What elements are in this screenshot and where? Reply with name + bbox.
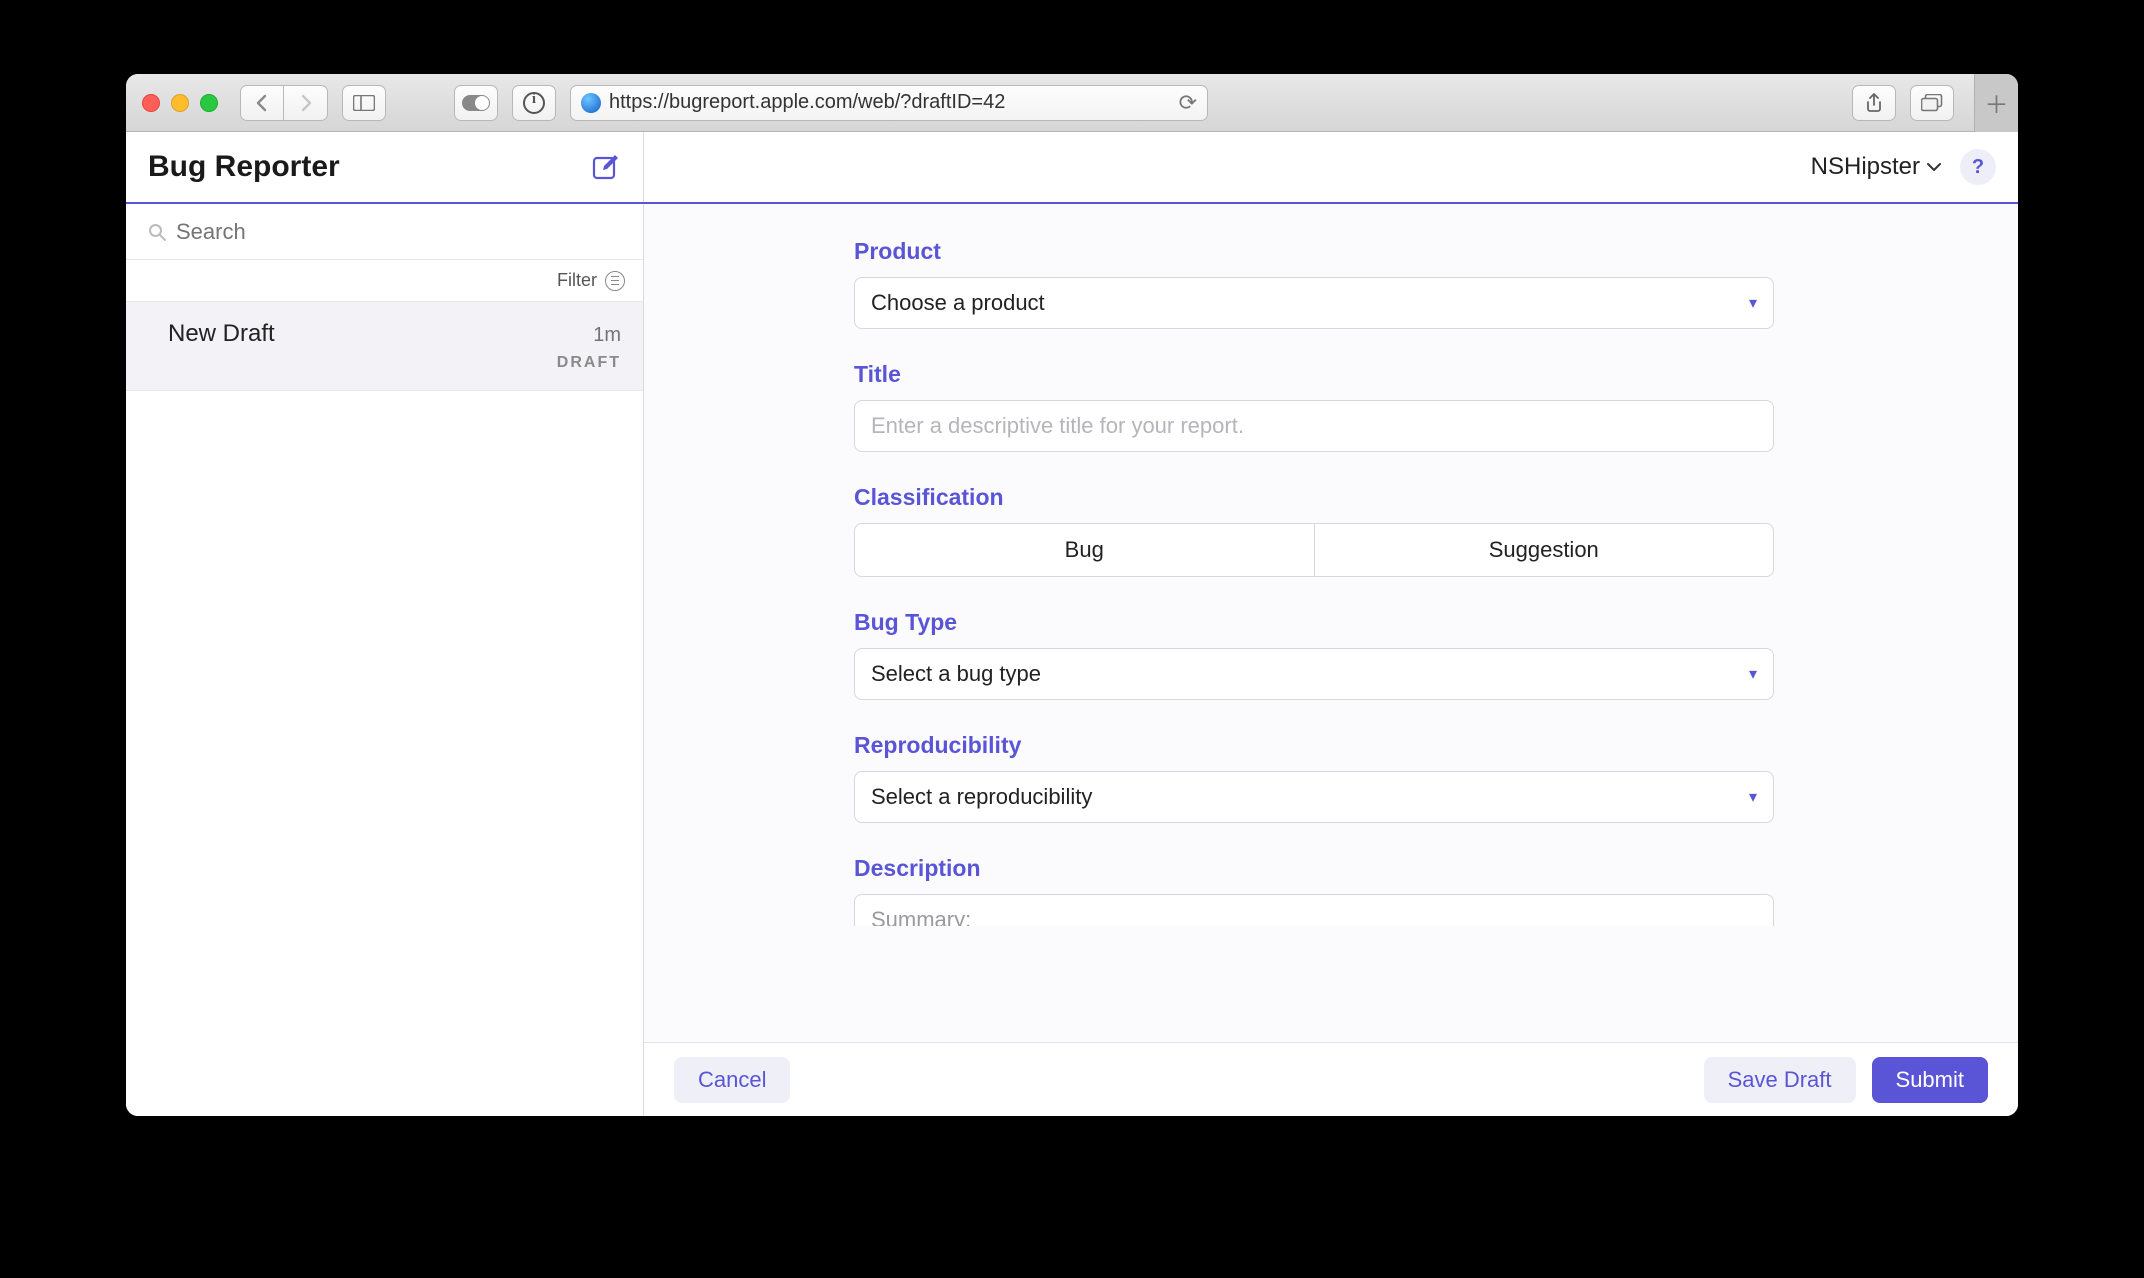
toggle-icon	[462, 95, 490, 111]
draft-title: New Draft	[168, 320, 275, 348]
app-title: Bug Reporter	[148, 150, 340, 184]
description-peek-text: Summary:	[871, 907, 971, 926]
chevron-down-icon	[1926, 162, 1942, 172]
filter-icon	[605, 271, 625, 291]
product-select[interactable]: Choose a product ▾	[854, 277, 1774, 329]
share-button[interactable]	[1852, 85, 1896, 121]
filter-bar[interactable]: Filter	[126, 260, 643, 302]
label-description: Description	[854, 855, 1774, 882]
close-window-button[interactable]	[142, 94, 160, 112]
search-field[interactable]	[126, 204, 643, 260]
field-title: Title	[854, 361, 1774, 452]
cancel-button[interactable]: Cancel	[674, 1057, 790, 1103]
save-draft-button[interactable]: Save Draft	[1704, 1057, 1856, 1103]
main-panel: Product Choose a product ▾ Title Classif…	[644, 204, 2018, 1116]
form-footer: Cancel Save Draft Submit	[644, 1042, 2018, 1116]
bugtype-value: Select a bug type	[871, 661, 1749, 687]
chevron-down-icon: ▾	[1749, 664, 1757, 684]
label-reproducibility: Reproducibility	[854, 732, 1774, 759]
reproducibility-value: Select a reproducibility	[871, 784, 1749, 810]
forward-button[interactable]	[284, 85, 328, 121]
nav-back-forward	[240, 85, 328, 121]
chevron-down-icon: ▾	[1749, 787, 1757, 807]
submit-button[interactable]: Submit	[1872, 1057, 1988, 1103]
chevron-down-icon: ▾	[1749, 293, 1757, 313]
label-bugtype: Bug Type	[854, 609, 1774, 636]
bugtype-select[interactable]: Select a bug type ▾	[854, 648, 1774, 700]
filter-label: Filter	[557, 270, 597, 291]
user-name: NSHipster	[1811, 153, 1920, 181]
safari-window: https://bugreport.apple.com/web/?draftID…	[126, 74, 2018, 1116]
draft-badge: DRAFT	[168, 354, 621, 372]
minimize-window-button[interactable]	[171, 94, 189, 112]
compose-icon	[591, 152, 621, 182]
info-icon	[523, 92, 545, 114]
privacy-report-button[interactable]	[512, 85, 556, 121]
search-icon	[148, 223, 166, 241]
reader-toggle[interactable]	[454, 85, 498, 121]
address-bar[interactable]: https://bugreport.apple.com/web/?draftID…	[570, 85, 1208, 121]
user-menu[interactable]: NSHipster	[1811, 153, 1942, 181]
label-classification: Classification	[854, 484, 1774, 511]
back-button[interactable]	[240, 85, 284, 121]
classification-suggestion[interactable]: Suggestion	[1314, 524, 1774, 576]
classification-bug[interactable]: Bug	[855, 524, 1314, 576]
window-controls	[142, 94, 218, 112]
sidebar: Filter New Draft 1m DRAFT	[126, 204, 644, 1116]
field-description: Description Summary:	[854, 855, 1774, 926]
label-title: Title	[854, 361, 1774, 388]
app-header: Bug Reporter NSHipster ?	[126, 132, 2018, 204]
description-textarea[interactable]: Summary:	[854, 894, 1774, 926]
zoom-window-button[interactable]	[200, 94, 218, 112]
title-input[interactable]	[854, 400, 1774, 452]
compose-button[interactable]	[591, 152, 621, 182]
reproducibility-select[interactable]: Select a reproducibility ▾	[854, 771, 1774, 823]
search-input[interactable]	[176, 219, 621, 245]
show-sidebar-button[interactable]	[342, 85, 386, 121]
field-classification: Classification Bug Suggestion	[854, 484, 1774, 577]
field-product: Product Choose a product ▾	[854, 238, 1774, 329]
show-tabs-button[interactable]	[1910, 85, 1954, 121]
site-globe-icon	[581, 93, 601, 113]
browser-titlebar: https://bugreport.apple.com/web/?draftID…	[126, 74, 2018, 132]
app-body: Filter New Draft 1m DRAFT Product	[126, 204, 2018, 1116]
draft-list-item[interactable]: New Draft 1m DRAFT	[126, 302, 643, 391]
classification-segmented: Bug Suggestion	[854, 523, 1774, 577]
url-text: https://bugreport.apple.com/web/?draftID…	[609, 91, 1171, 114]
form-area: Product Choose a product ▾ Title Classif…	[644, 204, 2018, 1042]
product-value: Choose a product	[871, 290, 1749, 316]
draft-time: 1m	[593, 324, 621, 347]
new-tab-button[interactable]: ＋	[1974, 74, 2018, 132]
field-bugtype: Bug Type Select a bug type ▾	[854, 609, 1774, 700]
bug-reporter-app: Bug Reporter NSHipster ?	[126, 132, 2018, 1116]
reload-icon[interactable]: ⟳	[1179, 90, 1197, 116]
field-reproducibility: Reproducibility Select a reproducibility…	[854, 732, 1774, 823]
label-product: Product	[854, 238, 1774, 265]
help-button[interactable]: ?	[1960, 149, 1996, 185]
